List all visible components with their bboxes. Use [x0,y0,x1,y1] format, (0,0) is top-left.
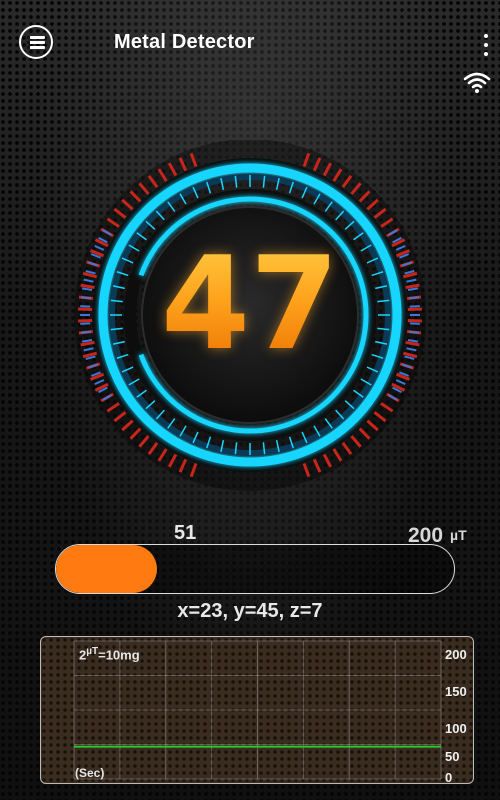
y-tick-label: 0 [445,770,453,784]
field-reading: 47 [110,230,390,380]
menu-button[interactable] [19,25,53,59]
x-axis-label: (Sec) [75,766,105,780]
scale-unit: µT [86,646,99,657]
scale-suffix: =10mg [98,647,140,663]
wifi-icon [463,72,491,93]
y-tick-label: 200 [445,647,467,662]
y-tick-label: 150 [445,684,467,699]
app-bar: Metal Detector [0,0,500,100]
history-graph: 2µT=10mg (Sec) 200 150 100 50 0 [40,636,474,784]
app-title: Metal Detector [114,31,255,53]
more-vert-icon[interactable] [478,34,494,56]
y-tick-label: 50 [445,749,460,764]
field-strength-fill [56,545,158,593]
y-tick-label: 100 [445,721,467,736]
menu-icon [26,35,45,49]
axes-readout: x=23, y=45, z=7 [177,600,323,622]
bar-current-value: 51 [174,522,197,544]
field-strength-bar [55,544,455,594]
scale-note: 2µT=10mg [79,646,140,662]
bar-unit: µT [450,527,467,543]
